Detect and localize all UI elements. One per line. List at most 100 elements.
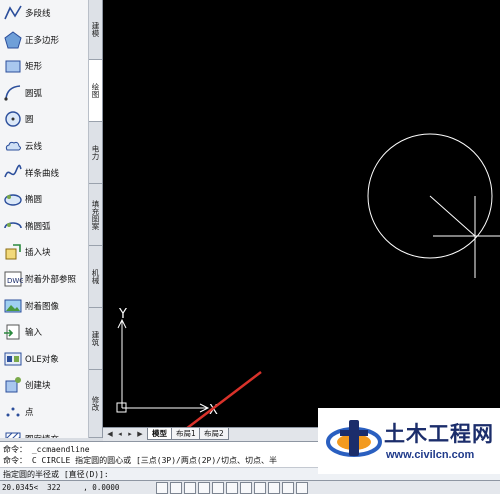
watermark-url: www.civilcn.com — [386, 449, 475, 461]
radius-rubberband-line — [429, 195, 476, 237]
palette-tool-spline[interactable]: 样条曲线 — [0, 161, 88, 187]
palette-tool-label: 图案填充 — [25, 433, 59, 438]
palette-tool-label: 点 — [25, 408, 34, 418]
status-bar: 20.0345< 322 , 0.0000 — [0, 480, 500, 494]
layout-tab[interactable]: 布局1 — [171, 428, 201, 440]
image-attach-icon — [3, 296, 23, 316]
palette-tool-label: 正多边形 — [25, 35, 60, 46]
create-block-icon — [3, 375, 23, 395]
snap-toggle[interactable] — [156, 482, 168, 494]
first-layout-button[interactable]: ◀ — [106, 430, 114, 438]
canvas-graphics: Y X — [116, 133, 500, 427]
palette-tool-label: 椭圆弧 — [25, 221, 51, 232]
palette-tool-label: 云线 — [25, 142, 43, 152]
palette-tool-label: 插入块 — [25, 248, 51, 259]
polyline-icon — [3, 3, 23, 23]
palette-tab-strip: 建模绘图电力填充图案机械建筑修改 — [89, 0, 103, 438]
arc-icon — [3, 83, 23, 103]
palette-tool-insert-block[interactable]: 插入块 — [0, 240, 88, 266]
palette-tool-label: 附着外部参照 — [25, 275, 77, 285]
palette-tool-circle[interactable]: 圆 — [0, 107, 88, 133]
palette-tab-label: 修改 — [91, 396, 100, 411]
ortho-toggle[interactable] — [184, 482, 196, 494]
drawing-canvas[interactable]: Y X — [103, 0, 500, 427]
annotation-arrow — [186, 371, 262, 427]
import-icon — [3, 322, 23, 342]
point-icon — [3, 402, 23, 422]
palette-tool-polyline[interactable]: 多段线 — [0, 1, 88, 27]
palette-tool-import[interactable]: 输入 — [0, 320, 88, 346]
layout-tab[interactable]: 模型 — [147, 428, 172, 440]
rectangle-icon — [3, 56, 23, 76]
polar-toggle[interactable] — [198, 482, 210, 494]
palette-tool-hatch[interactable]: 图案填充 — [0, 427, 88, 438]
palette-tab-label: 建筑 — [91, 331, 100, 346]
palette-tool-label: 输入 — [25, 328, 43, 339]
palette-tool-label: 创建块 — [25, 381, 51, 392]
tool-palette: 多段线 正多边形 矩形 圆弧圆云线 样条曲线 椭圆 椭圆弧 插入块 DWG 附着外部参照 附着图像输… — [0, 0, 89, 438]
prev-layout-button[interactable]: ◂ — [116, 430, 124, 438]
command-history-line: 命令： _ccmaendline — [3, 445, 90, 454]
hatch-icon — [3, 429, 23, 438]
site-watermark: 土木工程网 www.civilcn.com — [318, 408, 500, 474]
palette-tab-label: 填充图案 — [91, 199, 100, 230]
palette-tool-label: OLE对象 — [25, 354, 59, 365]
palette-tool-ellipse[interactable]: 椭圆 — [0, 187, 88, 213]
command-history-line: 命令： C CIRCLE 指定圆的圆心或 [三点(3P)/两点(2P)/切点、切… — [3, 456, 277, 465]
last-layout-button[interactable]: ▶ — [136, 430, 144, 438]
palette-tab-label: 电力 — [91, 145, 100, 160]
palette-tab[interactable]: 机械 — [89, 246, 102, 308]
palette-tool-create-block[interactable]: 创建块 — [0, 373, 88, 399]
palette-tab[interactable]: 修改 — [89, 370, 102, 438]
circle-icon — [3, 109, 23, 129]
palette-tool-label: 多段线 — [25, 9, 51, 19]
palette-tab[interactable]: 电力 — [89, 122, 102, 184]
ucs-icon — [116, 318, 210, 413]
ducs-toggle[interactable] — [240, 482, 252, 494]
otrack-toggle[interactable] — [226, 482, 238, 494]
palette-tool-label: 圆弧 — [25, 88, 43, 99]
layout-tab[interactable]: 布局2 — [199, 428, 229, 440]
next-layout-button[interactable]: ▸ — [126, 430, 134, 438]
palette-tab[interactable]: 填充图案 — [89, 184, 102, 246]
palette-tab-label: 机械 — [91, 269, 100, 284]
palette-tool-revcloud[interactable]: 云线 — [0, 134, 88, 160]
palette-tool-label: 样条曲线 — [25, 168, 60, 179]
palette-tab[interactable]: 建模 — [89, 0, 102, 60]
palette-tab[interactable]: 绘图 — [89, 60, 102, 122]
palette-tool-label: 附着图像 — [25, 301, 60, 312]
palette-tool-elliptical-arc[interactable]: 椭圆弧 — [0, 214, 88, 240]
insert-block-icon — [3, 242, 23, 262]
palette-tool-label: 圆 — [25, 115, 34, 126]
palette-tool-image-attach[interactable]: 附着图像 — [0, 294, 88, 320]
palette-tool-arc[interactable]: 圆弧 — [0, 81, 88, 107]
palette-tool-xref-attach[interactable]: DWG 附着外部参照 — [0, 267, 88, 293]
lineweight-toggle[interactable] — [268, 482, 280, 494]
palette-tool-label: 椭圆 — [25, 195, 43, 206]
revcloud-icon — [3, 136, 23, 156]
ucs-y-label: Y — [118, 307, 127, 322]
palette-tab-label: 建模 — [91, 22, 100, 37]
palette-tab[interactable]: 建筑 — [89, 308, 102, 370]
ole-object-icon — [3, 349, 23, 369]
xref-attach-icon: DWG — [3, 269, 23, 289]
watermark-logo-icon — [326, 420, 382, 457]
osnap-toggle[interactable] — [212, 482, 224, 494]
polygon-icon — [3, 30, 23, 50]
watermark-site-name: 土木工程网 — [384, 422, 494, 446]
palette-tool-rectangle[interactable]: 矩形 — [0, 54, 88, 80]
coordinate-readout: 20.0345< 322 , 0.0000 — [2, 483, 120, 492]
palette-tool-label: 矩形 — [25, 62, 43, 73]
svg-text:DWG: DWG — [7, 277, 23, 285]
ellipse-icon — [3, 189, 23, 209]
palette-tool-polygon[interactable]: 正多边形 — [0, 28, 88, 54]
command-prompt: 指定圆的半径或 [直径(D)]: — [3, 470, 109, 479]
elliptical-arc-icon — [3, 216, 23, 236]
palette-tool-ole-object[interactable]: OLE对象 — [0, 347, 88, 373]
grid-toggle[interactable] — [170, 482, 182, 494]
palette-tab-label: 绘图 — [91, 83, 100, 98]
model-toggle[interactable] — [282, 482, 294, 494]
dyn-toggle[interactable] — [254, 482, 266, 494]
palette-tool-point[interactable]: 点 — [0, 400, 88, 426]
quick-properties-toggle[interactable] — [296, 482, 308, 494]
